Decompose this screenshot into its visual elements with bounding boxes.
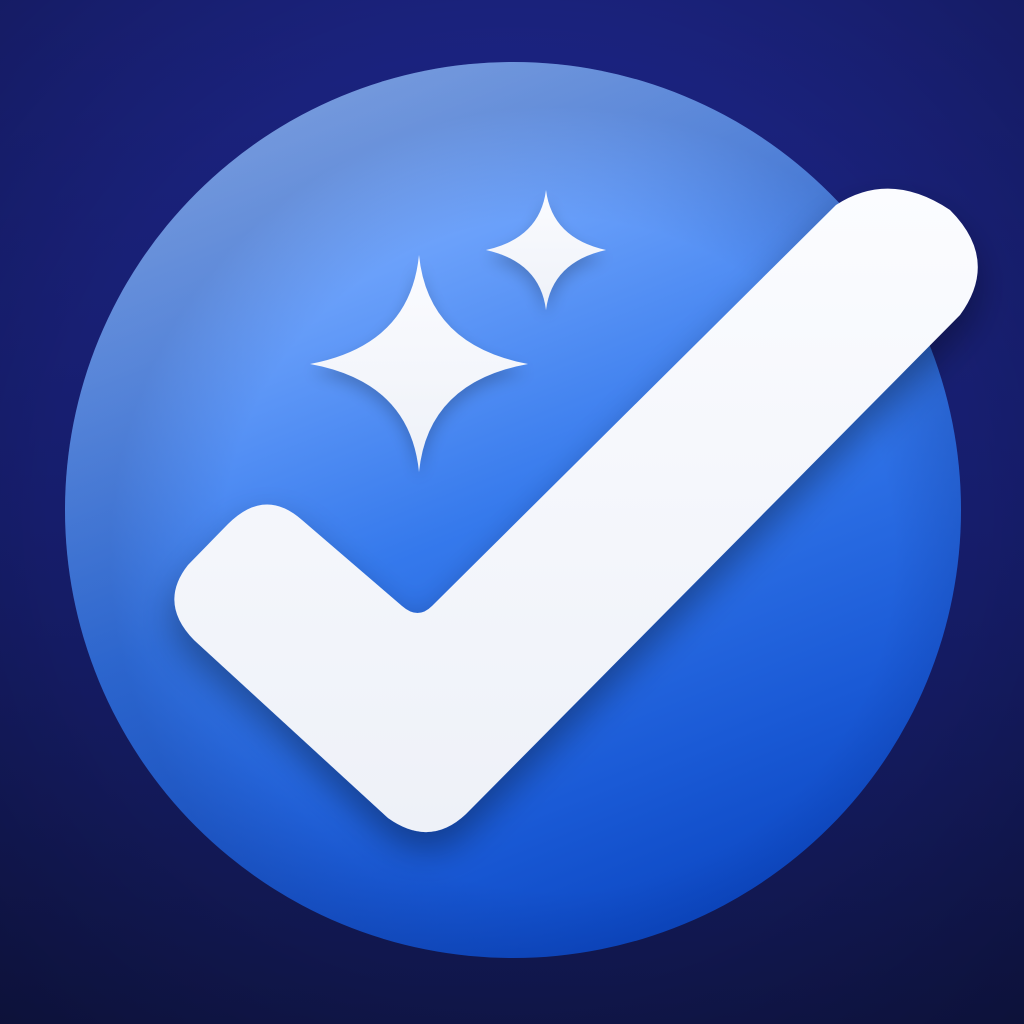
app-icon-canvas <box>0 0 1024 1024</box>
app-icon <box>0 0 1024 1024</box>
circle-badge <box>65 62 961 958</box>
